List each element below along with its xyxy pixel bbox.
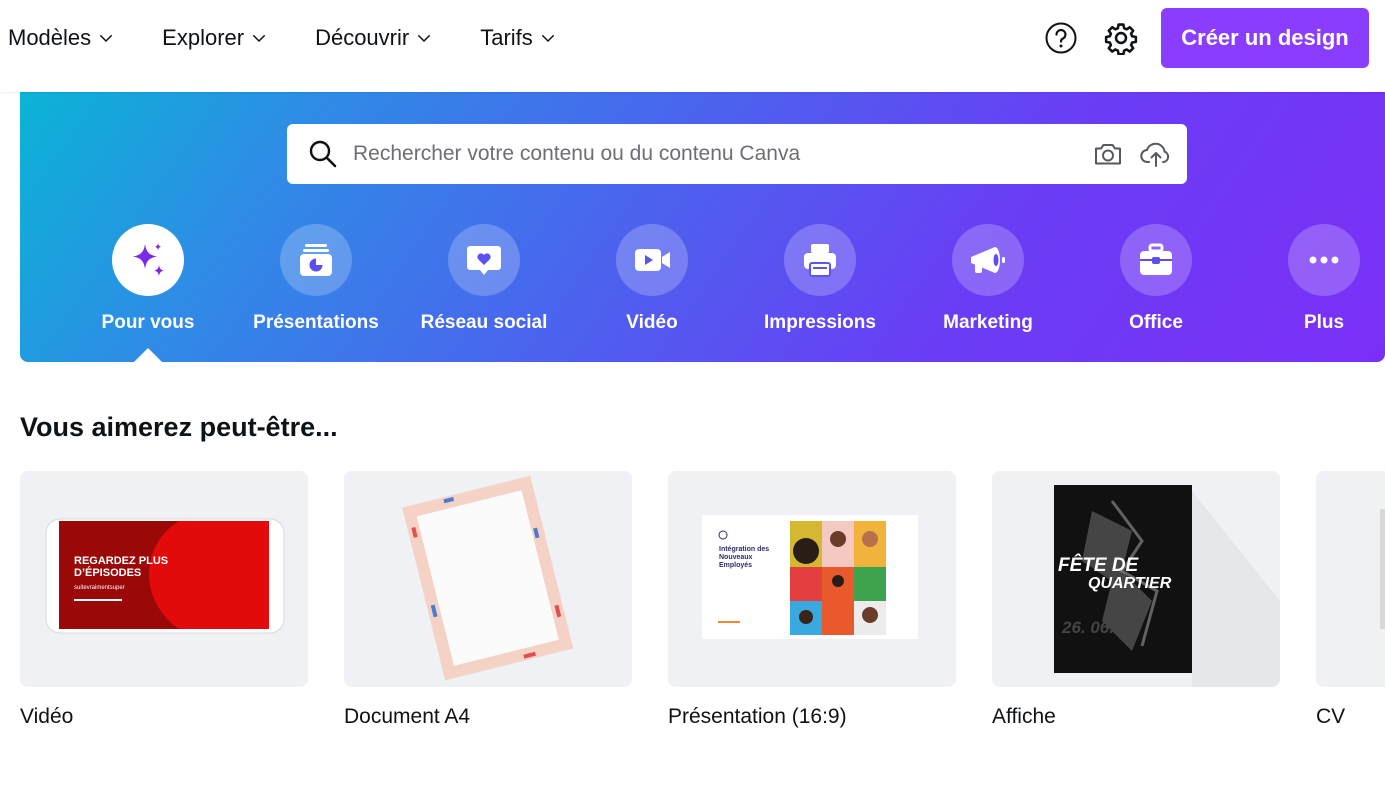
category-label: Présentations bbox=[253, 312, 379, 333]
camera-icon bbox=[1095, 144, 1121, 165]
category-impressions[interactable]: Impressions bbox=[736, 224, 904, 334]
card-thumbnail: REGARDEZ PLUS D’ÉPISODES suitevraimentsu… bbox=[20, 471, 308, 687]
more-icon bbox=[1309, 256, 1339, 264]
upload-button[interactable] bbox=[1139, 137, 1173, 171]
help-button[interactable] bbox=[1041, 18, 1081, 58]
nav-item-label: Explorer bbox=[162, 25, 245, 50]
category-icon-wrap bbox=[280, 224, 352, 296]
card-document-a4[interactable]: Document A4 bbox=[344, 471, 632, 729]
thumb-heading: FÊTE DE QUARTIER 26. 06. 21 bbox=[1058, 555, 1172, 637]
thumb-heading: REGARDEZ PLUS D’ÉPISODES suitevraimentsu… bbox=[74, 555, 168, 601]
nav-actions: Créer un design bbox=[1041, 8, 1369, 68]
chevron-down-icon bbox=[253, 35, 266, 43]
presentation-icon bbox=[300, 244, 332, 276]
category-pour-vous[interactable]: Pour vous bbox=[64, 224, 232, 334]
category-icon-wrap bbox=[616, 224, 688, 296]
nav-item-decouvrir[interactable]: Découvrir bbox=[315, 20, 433, 56]
card-thumbnail bbox=[344, 471, 632, 687]
category-office[interactable]: Office bbox=[1072, 224, 1240, 334]
nav-item-explorer[interactable]: Explorer bbox=[162, 20, 268, 56]
settings-button[interactable] bbox=[1101, 18, 1141, 58]
card-label: Présentation (16:9) bbox=[668, 705, 847, 728]
category-label: Pour vous bbox=[101, 312, 195, 333]
heart-chat-icon bbox=[467, 246, 501, 275]
thumb-text-line: Intégration des bbox=[719, 546, 770, 553]
category-icon-wrap bbox=[448, 224, 520, 296]
thumb-text-line: D’ÉPISODES bbox=[74, 567, 142, 579]
card-presentation-16-9[interactable]: Intégration des Nouveaux Employés Présen… bbox=[668, 471, 956, 729]
active-category-indicator bbox=[134, 348, 162, 362]
category-label: Plus bbox=[1303, 312, 1345, 333]
category-label: Office bbox=[1129, 312, 1183, 333]
category-marketing[interactable]: Marketing bbox=[904, 224, 1072, 334]
nav-item-modeles[interactable]: Modèles bbox=[8, 20, 115, 56]
category-icon-wrap bbox=[1288, 224, 1360, 296]
chevron-down-icon bbox=[541, 35, 554, 43]
document-thumbnail-image bbox=[402, 475, 574, 681]
thumb-divider bbox=[74, 599, 122, 601]
hero-banner: Pour vous Présentations Rés bbox=[20, 92, 1385, 362]
category-plus[interactable]: Plus bbox=[1240, 224, 1385, 334]
sparkle-icon bbox=[133, 243, 164, 276]
create-design-button[interactable]: Créer un design bbox=[1161, 8, 1369, 68]
category-label: Réseau social bbox=[420, 312, 548, 333]
nav-item-label: Découvrir bbox=[315, 25, 410, 50]
card-label: Affiche bbox=[992, 705, 1056, 728]
search-by-image-button[interactable] bbox=[1091, 137, 1125, 171]
thumb-text-line: Employés bbox=[719, 562, 753, 569]
category-presentations[interactable]: Présentations bbox=[232, 224, 400, 334]
briefcase-icon bbox=[1140, 243, 1172, 275]
search-input[interactable] bbox=[353, 142, 1091, 166]
chevron-down-icon bbox=[418, 35, 431, 43]
search-icon bbox=[309, 140, 337, 168]
nav-item-tarifs[interactable]: Tarifs bbox=[480, 20, 557, 56]
category-icon-wrap bbox=[112, 224, 184, 296]
gear-icon bbox=[1104, 23, 1138, 55]
category-video[interactable]: Vidéo bbox=[568, 224, 736, 334]
thumb-text-line: REGARDEZ PLUS bbox=[74, 555, 169, 567]
card-label: Document A4 bbox=[344, 705, 471, 728]
category-label: Vidéo bbox=[626, 312, 678, 333]
thumb-text-line: QUARTIER bbox=[1088, 575, 1172, 592]
suggestion-cards: REGARDEZ PLUS D’ÉPISODES suitevraimentsu… bbox=[20, 471, 1385, 731]
card-thumbnail: FÊTE DE QUARTIER 26. 06. 21 bbox=[992, 471, 1280, 687]
section-title: Vous aimerez peut-être... bbox=[20, 412, 338, 442]
presentation-thumbnail-image bbox=[702, 515, 918, 639]
thumb-heading: Intégration des Nouveaux Employés bbox=[719, 546, 769, 570]
nav-item-label: Tarifs bbox=[480, 25, 533, 50]
nav-item-label: Modèles bbox=[8, 25, 92, 50]
card-label: CV bbox=[1316, 705, 1346, 728]
category-icon-wrap bbox=[1120, 224, 1192, 296]
card-poster[interactable]: FÊTE DE QUARTIER 26. 06. 21 Affiche bbox=[992, 471, 1280, 729]
category-row: Pour vous Présentations Réseau social Vi… bbox=[20, 224, 1385, 344]
megaphone-icon bbox=[971, 247, 1005, 273]
top-navigation-bar: Modèles Explorer Découvrir Tarifs Créer … bbox=[0, 0, 1385, 92]
category-label: Impressions bbox=[764, 312, 876, 333]
card-thumbnail bbox=[1316, 471, 1385, 687]
video-camera-icon bbox=[635, 249, 670, 271]
thumb-text-line: 26. 06. 21 bbox=[1062, 618, 1138, 637]
cv-thumbnail-image bbox=[1380, 509, 1385, 629]
thumb-text-line: suitevraimentsuper bbox=[74, 585, 125, 591]
thumb-text-line: Nouveaux bbox=[719, 554, 753, 561]
card-cv[interactable]: CV bbox=[1316, 471, 1385, 729]
thumb-text-line: FÊTE DE bbox=[1058, 555, 1139, 576]
card-label: Vidéo bbox=[20, 705, 74, 728]
category-reseau-social[interactable]: Réseau social bbox=[400, 224, 568, 334]
card-video[interactable]: REGARDEZ PLUS D’ÉPISODES suitevraimentsu… bbox=[20, 471, 308, 729]
category-icon-wrap bbox=[952, 224, 1024, 296]
card-thumbnail: Intégration des Nouveaux Employés bbox=[668, 471, 956, 687]
help-icon bbox=[1045, 22, 1077, 54]
category-icon-wrap bbox=[784, 224, 856, 296]
category-label: Marketing bbox=[943, 312, 1033, 333]
printer-icon bbox=[804, 244, 836, 277]
chevron-down-icon bbox=[100, 35, 113, 43]
search-bar bbox=[287, 124, 1187, 184]
cloud-upload-icon bbox=[1140, 142, 1170, 167]
main-menu: Modèles Explorer Découvrir Tarifs bbox=[8, 20, 604, 56]
